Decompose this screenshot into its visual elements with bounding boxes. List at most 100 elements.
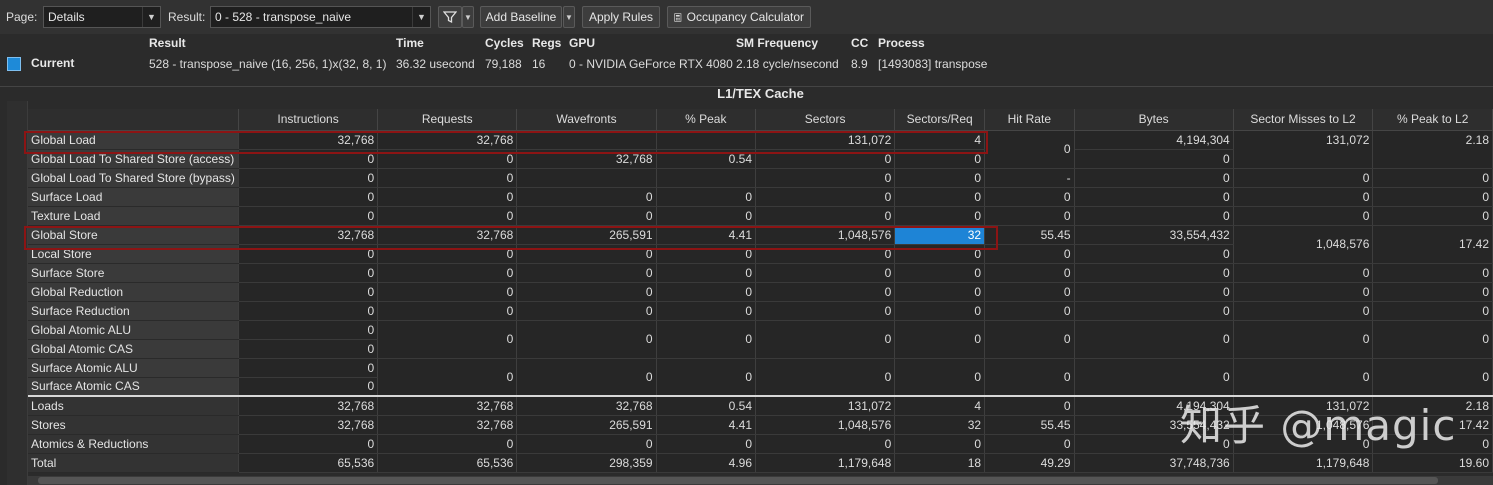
row-label: Global Store — [28, 225, 239, 245]
table-cell: 0 — [984, 358, 1075, 397]
add-baseline-dropdown-button[interactable]: ▼ — [563, 6, 575, 28]
table-cell: 0 — [1372, 320, 1493, 359]
table-row: Global Load To Shared Store (bypass) 0 0… — [28, 168, 1493, 188]
table-cell: 0 — [238, 149, 379, 169]
result-select[interactable]: 0 - 528 - transpose_naive ▼ — [210, 6, 431, 28]
current-label: Current — [31, 56, 75, 70]
table-cell: 131,072 — [1233, 130, 1374, 169]
table-cell: 1,179,648 — [1233, 453, 1374, 473]
table-cell: 0 — [516, 358, 657, 397]
column-header[interactable]: Bytes — [1074, 109, 1234, 131]
header-sm-frequency: SM Frequency — [736, 36, 819, 50]
table-cell: 0 — [984, 263, 1075, 283]
value-process: [1493083] transpose — [878, 57, 988, 71]
scrollbar-thumb[interactable] — [38, 477, 1438, 484]
table-cell: 0 — [238, 358, 379, 378]
table-cell: 298,359 — [516, 453, 657, 473]
column-header[interactable]: Instructions — [238, 109, 379, 131]
page-label: Page: — [6, 10, 38, 24]
value-time: 36.32 usecond — [396, 57, 475, 71]
table-cell: 0 — [1233, 320, 1374, 359]
row-label: Surface Store — [28, 263, 239, 283]
left-rail — [7, 101, 28, 485]
table-cell: 0 — [1233, 206, 1374, 226]
table-cell: 0 — [894, 187, 986, 207]
add-baseline-button[interactable]: Add Baseline — [480, 6, 562, 28]
table-cell: 0 — [377, 320, 518, 359]
watermark-text: 知乎 @magic — [1180, 401, 1457, 450]
row-label: Surface Reduction — [28, 301, 239, 321]
table-cell: 0 — [1372, 187, 1493, 207]
row-label: Global Atomic CAS — [28, 339, 239, 359]
table-cell: 0 — [238, 377, 379, 397]
table-cell: 19.60 — [1372, 453, 1493, 473]
table-cell: 0 — [516, 301, 657, 321]
table-cell: 0 — [984, 395, 1075, 416]
table-cell: 0 — [894, 301, 986, 321]
table-cell: 0 — [656, 434, 757, 454]
table-cell: 0 — [377, 263, 518, 283]
table-cell: 0 — [238, 301, 379, 321]
table-cell: 0 — [1074, 149, 1234, 169]
filter-button[interactable] — [438, 6, 462, 28]
table-cell: 0 — [238, 434, 379, 454]
table-cell: 0 — [1233, 168, 1374, 188]
row-label: Total — [28, 453, 239, 473]
table-cell: 0 — [894, 244, 986, 264]
column-header[interactable]: % Peak — [656, 109, 757, 131]
column-header[interactable]: Requests — [377, 109, 518, 131]
table-cell: 0 — [1372, 168, 1493, 188]
table-cell: 265,591 — [516, 415, 657, 435]
filter-dropdown-button[interactable]: ▼ — [462, 6, 474, 28]
summary-row: Total 65,536 65,536 298,359 4.96 1,179,6… — [28, 453, 1493, 473]
table-cell: 0 — [377, 206, 518, 226]
table-cell: 1,048,576 — [755, 415, 896, 435]
table-cell: 0 — [377, 149, 518, 169]
table-row: Surface Atomic ALU 0 0 0 0 0 0 0 0 0 0 — [28, 358, 1493, 397]
column-header[interactable]: Hit Rate — [984, 109, 1075, 131]
row-label: Surface Atomic ALU — [28, 358, 239, 378]
page-select[interactable]: Details ▼ — [43, 6, 161, 28]
header-gpu: GPU — [569, 36, 596, 50]
table-cell: 0 — [1233, 358, 1374, 397]
table-cell: 32,768 — [377, 415, 518, 435]
selected-cell[interactable]: 32 — [894, 225, 986, 245]
table-cell: 0 — [984, 206, 1075, 226]
table-cell: 0 — [894, 149, 986, 169]
occupancy-calculator-button[interactable]: Occupancy Calculator — [667, 6, 811, 28]
table-cell: 32,768 — [238, 130, 379, 150]
column-header[interactable] — [28, 109, 239, 131]
column-header[interactable]: Wavefronts — [516, 109, 657, 131]
column-header[interactable]: Sectors/Req — [894, 109, 986, 131]
column-header[interactable]: % Peak to L2 — [1372, 109, 1493, 131]
table-cell: 0 — [755, 168, 896, 188]
value-regs: 16 — [532, 57, 546, 71]
header-cycles: Cycles — [485, 36, 524, 50]
table-cell: 0 — [984, 130, 1075, 169]
table-cell: 0 — [894, 434, 986, 454]
apply-rules-button[interactable]: Apply Rules — [582, 6, 660, 28]
table-cell: 0 — [516, 320, 657, 359]
table-cell: 0 — [238, 244, 379, 264]
table-cell: 32,768 — [238, 225, 379, 245]
column-header[interactable]: Sector Misses to L2 — [1233, 109, 1374, 131]
table-cell — [516, 130, 657, 150]
table-cell: 0 — [1074, 358, 1234, 397]
section-title: L1/TEX Cache — [717, 87, 804, 101]
chevron-down-icon: ▼ — [412, 7, 430, 27]
column-header[interactable]: Sectors — [755, 109, 896, 131]
horizontal-scrollbar[interactable] — [28, 476, 1493, 485]
value-cc: 8.9 — [851, 57, 868, 71]
table-cell: 0 — [656, 263, 757, 283]
row-label: Local Store — [28, 244, 239, 264]
value-result: 528 - transpose_naive (16, 256, 1)x(32, … — [149, 57, 387, 71]
table-cell: 33,554,432 — [1074, 225, 1234, 245]
table-cell: 0 — [755, 282, 896, 302]
table-cell — [516, 168, 657, 188]
table-cell: 18 — [894, 453, 986, 473]
table-cell: 0 — [656, 301, 757, 321]
row-label: Surface Load — [28, 187, 239, 207]
table-cell: 0 — [238, 320, 379, 340]
table-cell: 1,179,648 — [755, 453, 896, 473]
row-label: Global Load — [28, 130, 239, 150]
